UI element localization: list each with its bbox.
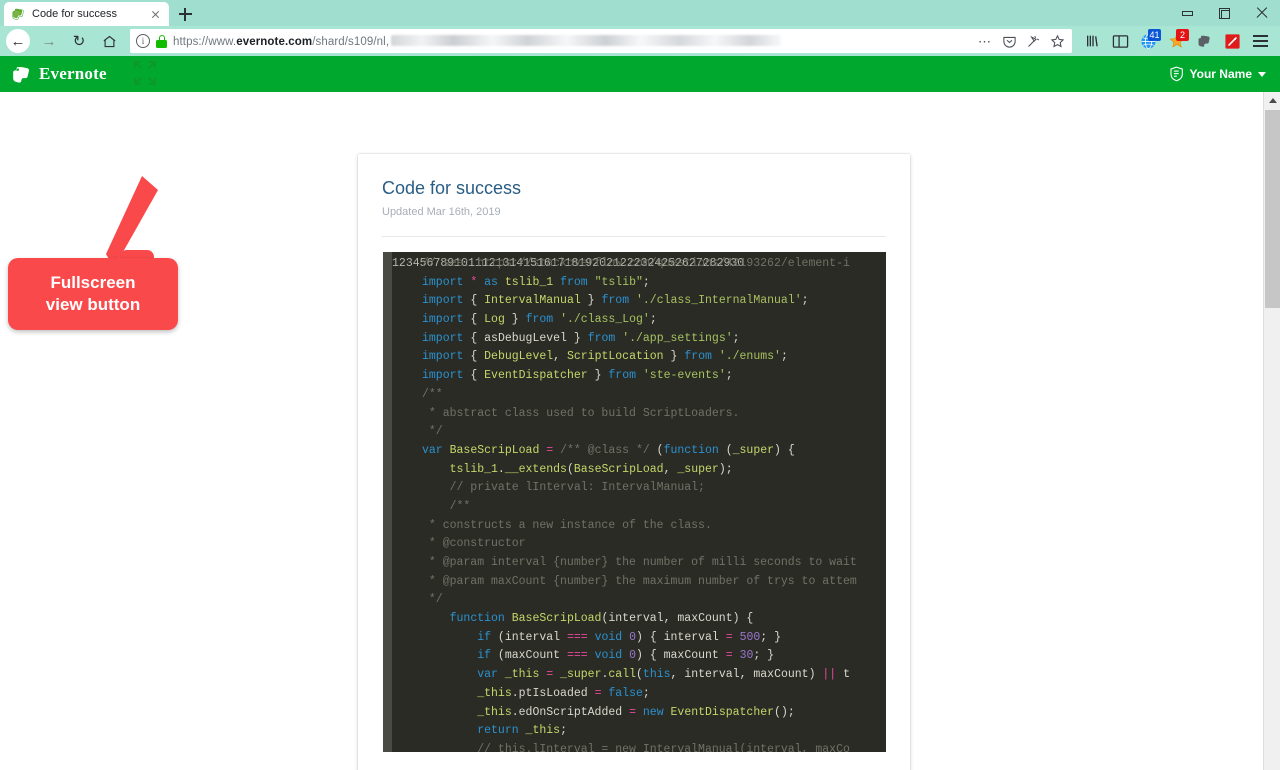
code-line: var _this = _super.call(this, interval, … <box>422 666 886 685</box>
pocket-icon[interactable] <box>998 31 1020 51</box>
note-updated-timestamp: Updated Mar 16th, 2019 <box>382 206 910 218</box>
fullscreen-expand-icon[interactable] <box>129 59 161 89</box>
user-badge-icon <box>1169 66 1184 82</box>
lightning-icon[interactable] <box>1022 31 1044 51</box>
user-menu[interactable]: Your Name <box>1169 56 1266 92</box>
lock-icon[interactable] <box>156 35 167 48</box>
code-line-number: 1 <box>392 257 399 270</box>
code-line-numbers: 1234567891011121314151617181920212223242… <box>392 255 422 752</box>
url-scheme: https://www. <box>173 36 236 48</box>
code-line-number: 3 <box>406 257 413 270</box>
code-area: 1234567891011121314151617181920212223242… <box>392 252 886 752</box>
minimize-icon[interactable] <box>1169 0 1206 26</box>
address-bar-actions: ⋯ <box>970 29 1068 53</box>
new-tab-button[interactable] <box>171 2 199 26</box>
code-line: * abstract class used to build ScriptLoa… <box>422 405 886 424</box>
star-outline-icon[interactable] <box>1046 31 1068 51</box>
red-slash-extension-icon[interactable] <box>1219 28 1246 54</box>
browser-tab[interactable]: Code for success <box>4 2 169 26</box>
code-line: tslib_1.__extends(BaseScripLoad, _super)… <box>422 461 886 480</box>
close-window-icon[interactable] <box>1243 0 1280 26</box>
code-line: * @param interval {number} the number of… <box>422 554 886 573</box>
code-line: var BaseScripLoad = /** @class */ (funct… <box>422 442 886 461</box>
home-icon[interactable] <box>95 28 123 54</box>
forward-arrow-icon[interactable]: → <box>35 28 63 54</box>
ellipsis-icon[interactable]: ⋯ <box>974 31 996 51</box>
code-gutter-strip <box>383 252 392 752</box>
sidebar-icon[interactable] <box>1107 28 1134 54</box>
chevron-down-icon[interactable] <box>1258 72 1266 77</box>
note-card: Code for success Updated Mar 16th, 2019 … <box>358 154 910 770</box>
code-line: // this.lInterval = new IntervalManual(i… <box>422 741 886 752</box>
evernote-elephant-logo <box>12 64 32 84</box>
code-line: if (maxCount === void 0) { maxCount = 30… <box>422 647 886 666</box>
browser-chrome: Code for success ← → ↻ i https://www.eve… <box>0 0 1280 56</box>
divider <box>382 236 886 237</box>
note-page-body: Code for success Updated Mar 16th, 2019 … <box>0 92 1280 770</box>
reload-icon[interactable]: ↻ <box>65 28 93 54</box>
tab-strip: Code for success <box>0 0 1280 26</box>
code-line: import * as tslib_1 from "tslib"; <box>422 274 886 293</box>
evernote-clipper-icon[interactable] <box>1191 28 1218 54</box>
hamburger-menu-icon[interactable] <box>1247 28 1274 54</box>
code-line: import { DebugLevel, ScriptLocation } fr… <box>422 348 886 367</box>
code-line: import { IntervalManual } from './class_… <box>422 292 886 311</box>
code-line: */ <box>422 591 886 610</box>
code-line: * @param maxCount {number} the maximum n… <box>422 573 886 592</box>
url-path: /shard/s109/nl, <box>312 36 389 48</box>
code-line: _this.edOnScriptAdded = new EventDispatc… <box>422 704 886 723</box>
restore-icon[interactable] <box>1206 0 1243 26</box>
code-line: function BaseScripLoad(interval, maxCoun… <box>422 610 886 629</box>
code-line: if (interval === void 0) { interval = 50… <box>422 629 886 648</box>
evernote-favicon <box>12 7 26 21</box>
star-extension-icon[interactable]: 2 <box>1163 28 1190 54</box>
code-line: _this.ptIsLoaded = false; <box>422 685 886 704</box>
scroll-up-arrow-icon[interactable] <box>1264 92 1280 109</box>
code-line-number: 2 <box>399 257 406 270</box>
code-line: return _this; <box>422 722 886 741</box>
code-line-number: 4 <box>413 257 420 270</box>
callout-text: Fullscreen view button <box>46 272 140 316</box>
extension-toolbar: 41 2 <box>1079 28 1274 54</box>
callout-line-2: view button <box>46 295 140 314</box>
code-line: import { asDebugLevel } from './app_sett… <box>422 330 886 349</box>
url-redacted-region <box>391 35 781 46</box>
code-line: * constructs a new instance of the class… <box>422 517 886 536</box>
code-line: * @constructor <box>422 535 886 554</box>
page-info-icon[interactable]: i <box>136 34 150 48</box>
evernote-app-header: Evernote Your Name <box>0 56 1280 92</box>
callout-bubble: Fullscreen view button <box>8 258 178 330</box>
scrollbar-thumb[interactable] <box>1265 110 1280 308</box>
tab-title: Code for success <box>32 8 142 20</box>
code-line: import { EventDispatcher } from 'ste-eve… <box>422 367 886 386</box>
navigation-bar: ← → ↻ i https://www.evernote.com/shard/s… <box>0 26 1280 56</box>
window-controls <box>1169 0 1280 26</box>
back-arrow-icon[interactable]: ← <box>6 29 30 53</box>
code-block[interactable]: 1234567891011121314151617181920212223242… <box>383 252 886 752</box>
evernote-brand[interactable]: Evernote <box>12 64 107 84</box>
code-content: // see: https://stackoverflow.com/questi… <box>422 255 886 752</box>
code-line: // private lInterval: IntervalManual; <box>422 479 886 498</box>
url-domain: evernote.com <box>236 36 312 48</box>
address-bar[interactable]: i https://www.evernote.com/shard/s109/nl… <box>130 29 1072 53</box>
globe-extension-badge: 41 <box>1148 29 1161 41</box>
code-line: // see: https://stackoverflow.com/questi… <box>422 255 886 274</box>
globe-extension-icon[interactable]: 41 <box>1135 28 1162 54</box>
code-line: /** <box>422 386 886 405</box>
code-line: import { Log } from './class_Log'; <box>422 311 886 330</box>
user-name-label: Your Name <box>1190 67 1252 81</box>
callout-line-1: Fullscreen <box>50 273 135 292</box>
star-extension-badge: 2 <box>1176 29 1189 41</box>
code-line: */ <box>422 423 886 442</box>
close-icon[interactable] <box>148 7 163 22</box>
page-scrollbar[interactable] <box>1263 92 1280 770</box>
library-icon[interactable] <box>1079 28 1106 54</box>
code-line: /** <box>422 498 886 517</box>
page-title: Code for success <box>382 178 910 199</box>
evernote-wordmark: Evernote <box>39 64 107 84</box>
url-text: https://www.evernote.com/shard/s109/nl, <box>173 35 781 48</box>
